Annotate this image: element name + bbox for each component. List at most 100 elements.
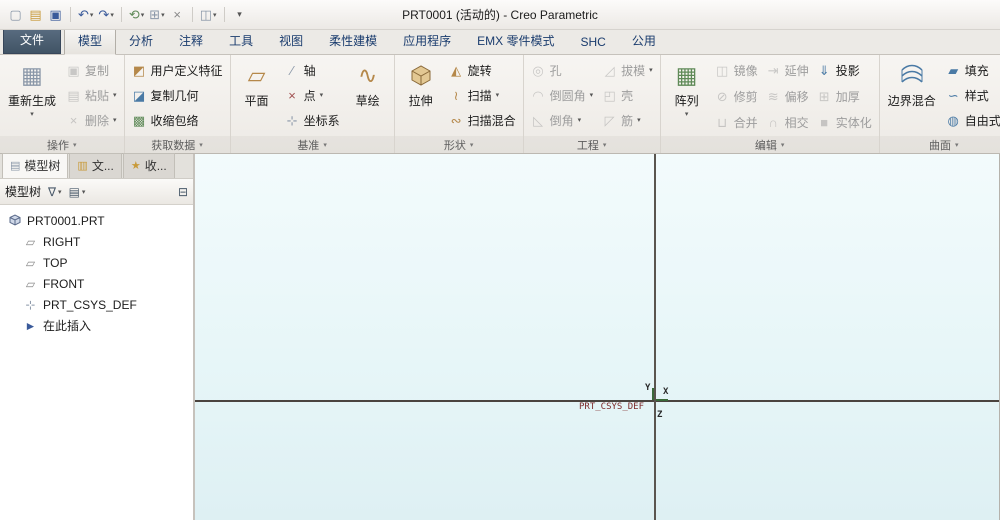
nav-tab-model-tree[interactable]: ▤ 模型树 (2, 153, 69, 178)
undo-button[interactable]: ↶ ▾ (76, 5, 95, 25)
group-surfaces: 边界混合 ▰ 填充 ∽ 样式 ◍ 自由式 曲面 ▾ (880, 55, 1000, 153)
tab-shc[interactable]: SHC (567, 31, 618, 54)
filter-icon: ∇ (48, 184, 57, 199)
tree-item-insert-here[interactable]: ► 在此插入 (0, 315, 193, 336)
offset-button[interactable]: ≋ 偏移 (763, 84, 812, 108)
regenerate-quick-button[interactable]: ⟲ ▾ (127, 5, 146, 25)
nav-tab-favorites[interactable]: ★ 收... (122, 153, 175, 178)
customize-toolbar-button[interactable]: ▾ (230, 5, 249, 25)
tab-applications[interactable]: 应用程序 (390, 28, 464, 54)
panel-options-button[interactable]: ⊟ (178, 185, 188, 199)
shrinkwrap-button[interactable]: ▩ 收缩包络 (129, 108, 226, 132)
shell-button[interactable]: ◰ 壳 (599, 83, 656, 107)
tree-filter-button[interactable]: ∇ ▾ (48, 185, 62, 199)
sketch-button[interactable]: ∿ 草绘 (346, 58, 390, 136)
extrude-button[interactable]: 拉伸 (399, 58, 443, 136)
freestyle-button[interactable]: ◍ 自由式 (943, 108, 1000, 132)
tab-view[interactable]: 视图 (266, 28, 316, 54)
tab-model[interactable]: 模型 (64, 27, 117, 55)
tree-item-plane-right[interactable]: ▱ RIGHT (0, 231, 193, 252)
hole-button[interactable]: ◎ 孔 (528, 58, 597, 82)
udf-button[interactable]: ◩ 用户定义特征 (129, 58, 226, 82)
project-button[interactable]: ⇓ 投影 (814, 58, 875, 82)
close-window-button[interactable]: × (168, 5, 187, 25)
axis-label-z: Z (657, 410, 663, 420)
model-display-button[interactable]: ◫ ▾ (198, 5, 219, 25)
round-button[interactable]: ◠ 倒圆角 ▾ (528, 83, 597, 107)
group-datum: ▱ 平面 ∕ 轴 × 点 ▾ ⊹ 坐标系 ∿ 草绘 基准 ▾ (231, 55, 395, 153)
revolve-icon: ◭ (451, 62, 462, 78)
sweep-button[interactable]: ≀ 扫描 ▾ (446, 83, 519, 107)
intersect-button[interactable]: ∩ 相交 (763, 110, 812, 134)
copy-geometry-button[interactable]: ◪ 复制几何 (129, 83, 226, 107)
tab-emx-part-mode[interactable]: EMX 零件模式 (464, 28, 567, 54)
tree-settings-button[interactable]: ▤ ▾ (69, 185, 86, 199)
save-button[interactable]: ▣ (46, 5, 65, 25)
tab-common[interactable]: 公用 (619, 28, 669, 54)
group-datum-label[interactable]: 基准 ▾ (231, 136, 394, 153)
group-editing-label[interactable]: 编辑 ▾ (661, 136, 879, 153)
toolbar-separator (120, 7, 122, 22)
intersect-icon: ∩ (768, 114, 778, 130)
rib-button[interactable]: ◸ 筋 ▾ (599, 108, 656, 132)
solidify-button[interactable]: ■ 实体化 (814, 110, 875, 134)
delete-button[interactable]: × 删除 ▾ (63, 108, 120, 132)
toolbar-separator (191, 7, 193, 22)
tree-item-plane-top[interactable]: ▱ TOP (0, 252, 193, 273)
chevron-down-icon: ▾ (81, 188, 86, 196)
tab-analysis[interactable]: 分析 (116, 28, 166, 54)
new-file-button[interactable]: ▢ (6, 5, 25, 25)
regenerate-button[interactable]: ▦ 重新生成 ▾ (4, 58, 60, 136)
chevron-down-icon: ▾ (469, 141, 474, 149)
paste-button[interactable]: ▤ 粘贴 ▾ (63, 83, 120, 107)
boundary-blend-button[interactable]: 边界混合 (884, 58, 940, 136)
copy-icon: ▣ (67, 62, 80, 78)
swept-blend-button[interactable]: ∾ 扫描混合 (446, 108, 519, 132)
solidify-icon: ■ (820, 114, 829, 130)
group-engineering: ◎ 孔 ◠ 倒圆角 ▾ ◺ 倒角 ▾ ◿ 拔模 ▾ ◰ 壳 ◸ 筋 ▾ 工程 ▾ (524, 55, 661, 153)
draft-button[interactable]: ◿ 拔模 ▾ (599, 58, 656, 82)
tab-file[interactable]: 文件 (3, 26, 62, 54)
mirror-button[interactable]: ◫ 镜像 (712, 58, 761, 82)
offset-icon: ≋ (767, 88, 779, 104)
navigator-tabs: ▤ 模型树 ▥ 文... ★ 收... (0, 153, 193, 179)
group-get-data-label[interactable]: 获取数据 ▾ (125, 136, 230, 153)
nav-tab-folder-browser[interactable]: ▥ 文... (69, 153, 122, 178)
redo-button[interactable]: ↷ ▾ (96, 5, 115, 25)
datum-csys-button[interactable]: ⊹ 坐标系 (282, 108, 343, 132)
datum-plane-button[interactable]: ▱ 平面 (235, 58, 279, 136)
csys-label: PRT_CSYS_DEF (579, 402, 645, 412)
windows-button[interactable]: ⊞ ▾ (147, 5, 166, 25)
tab-flexible-modeling[interactable]: 柔性建模 (316, 28, 390, 54)
thicken-button[interactable]: ⊞ 加厚 (814, 84, 875, 108)
group-get-data: ◩ 用户定义特征 ◪ 复制几何 ▩ 收缩包络 获取数据 ▾ (125, 55, 231, 153)
redo-icon: ↷ (98, 6, 110, 22)
chevron-down-icon: ▾ (140, 11, 145, 19)
group-shapes-label[interactable]: 形状 ▾ (395, 136, 523, 153)
tab-annotate[interactable]: 注释 (166, 28, 216, 54)
group-operations-label[interactable]: 操作 ▾ (0, 136, 124, 153)
model-tree-title: 模型树 (5, 185, 42, 199)
trim-button[interactable]: ⊘ 修剪 (712, 84, 761, 108)
graphics-area[interactable]: PRT_CSYS_DEF Y X Z (195, 154, 1000, 520)
tree-item-plane-front[interactable]: ▱ FRONT (0, 273, 193, 294)
copy-button[interactable]: ▣ 复制 (63, 58, 120, 82)
tree-item-csys[interactable]: ⊹ PRT_CSYS_DEF (0, 294, 193, 315)
open-button[interactable]: ▤ (26, 5, 45, 25)
merge-button[interactable]: ⊔ 合并 (712, 110, 761, 134)
datum-point-button[interactable]: × 点 ▾ (282, 83, 343, 107)
chevron-down-icon: ▾ (30, 111, 34, 118)
rib-icon: ◸ (604, 112, 615, 128)
tab-tools[interactable]: 工具 (216, 28, 266, 54)
chamfer-button[interactable]: ◺ 倒角 ▾ (528, 108, 597, 132)
pattern-button[interactable]: ▦ 阵列 ▾ (665, 58, 709, 136)
group-surfaces-label[interactable]: 曲面 ▾ (880, 136, 1000, 153)
fill-button[interactable]: ▰ 填充 (943, 58, 1000, 82)
revolve-button[interactable]: ◭ 旋转 (446, 58, 519, 82)
extend-button[interactable]: ⇥ 延伸 (763, 58, 812, 82)
group-engineering-label[interactable]: 工程 ▾ (524, 136, 660, 153)
style-button[interactable]: ∽ 样式 (943, 83, 1000, 107)
datum-axis-button[interactable]: ∕ 轴 (282, 58, 343, 82)
datum-plane-edge-vertical (654, 154, 656, 520)
tree-item-part[interactable]: PRT0001.PRT (0, 210, 193, 231)
